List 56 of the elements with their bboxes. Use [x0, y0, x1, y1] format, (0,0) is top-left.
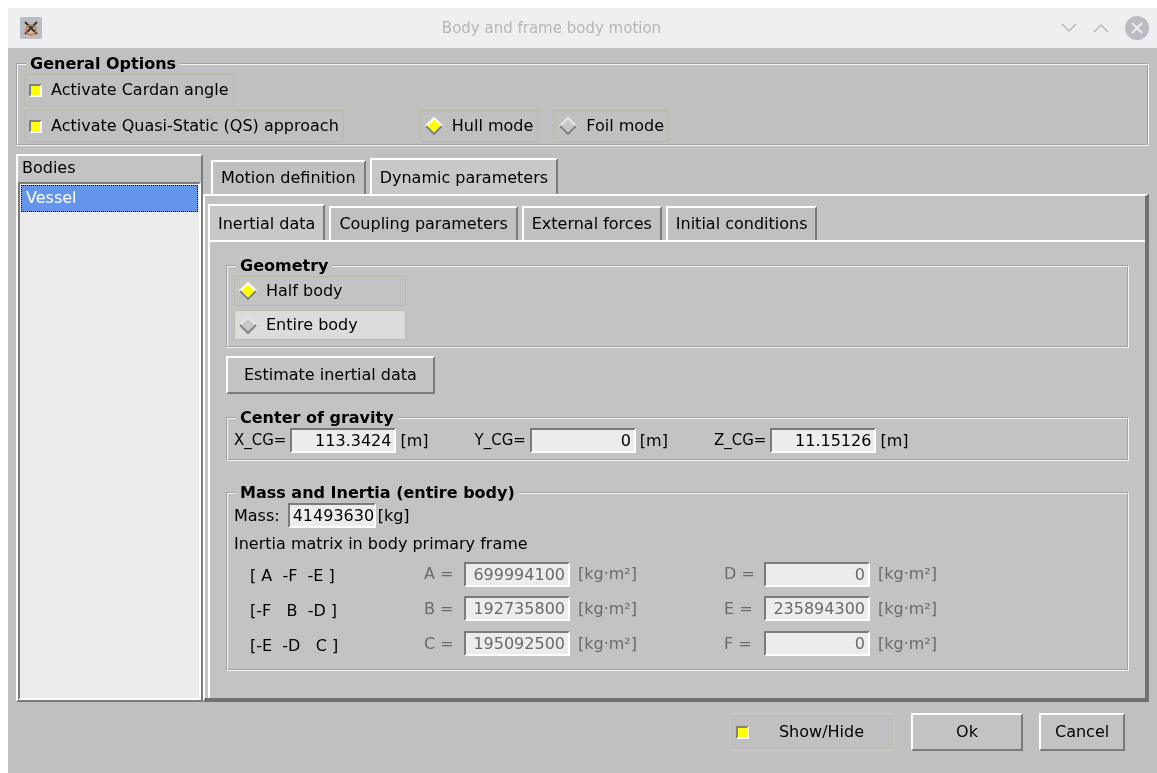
- app-icon: [20, 17, 42, 39]
- field-label: E =: [724, 598, 754, 620]
- matrix-caption: Inertia matrix in body primary frame: [234, 533, 529, 555]
- unit-label: [kg·m²]: [878, 563, 937, 586]
- group-title: General Options: [29, 56, 178, 72]
- field-label: D =: [724, 563, 756, 586]
- show-hide-checkbox[interactable]: Show/Hide: [728, 713, 895, 751]
- geometry-radio[interactable]: Half body: [234, 276, 406, 306]
- input-field[interactable]: 11.15126: [770, 428, 877, 453]
- ok-button[interactable]: Ok: [911, 713, 1023, 751]
- checkbox[interactable]: Activate Quasi-Static (QS) approach: [24, 110, 344, 142]
- tab[interactable]: External forces: [521, 206, 662, 240]
- field-label: A =: [424, 563, 455, 586]
- tab[interactable]: Motion definition: [211, 160, 366, 194]
- mode-radio[interactable]: Foil mode: [554, 110, 670, 142]
- input-field[interactable]: 0: [529, 428, 636, 453]
- field-label: B =: [424, 598, 455, 620]
- radio-icon[interactable]: [559, 117, 578, 135]
- input-field[interactable]: 113.3424: [290, 428, 397, 453]
- checkbox-icon[interactable]: [29, 119, 42, 133]
- matrix-row-text: [ A -F -E ]: [250, 565, 336, 587]
- field-label: X_CG=: [234, 430, 287, 452]
- matrix-row-text: [-E -D C ]: [250, 635, 340, 657]
- unit-label: [kg]: [377, 504, 410, 527]
- matrix-row-text: [-F B -D ]: [250, 600, 339, 622]
- field-label: C =: [424, 632, 455, 655]
- tab[interactable]: Coupling parameters: [329, 206, 518, 240]
- unit-label: [m]: [880, 429, 909, 452]
- group-title: Geometry: [239, 258, 330, 274]
- field-label: Z_CG=: [713, 430, 767, 452]
- checkbox-icon[interactable]: [735, 725, 749, 739]
- unit-label: [m]: [639, 429, 668, 452]
- checkbox-icon[interactable]: [29, 83, 42, 97]
- tab[interactable]: Inertial data: [208, 204, 326, 240]
- unit-label: [m]: [400, 429, 429, 452]
- unit-label: [kg·m²]: [878, 598, 937, 620]
- mode-radio[interactable]: Hull mode: [419, 110, 539, 142]
- unit-label: [kg·m²]: [578, 563, 637, 586]
- radio-icon[interactable]: [239, 316, 257, 334]
- window-title: Body and frame body motion: [440, 17, 663, 39]
- field-label: Mass:: [234, 504, 280, 527]
- unit-label: [kg·m²]: [878, 632, 937, 655]
- field-label: F =: [724, 632, 753, 655]
- tab[interactable]: Dynamic parameters: [369, 158, 559, 194]
- checkbox[interactable]: Activate Cardan angle: [24, 74, 234, 106]
- panel-title: Bodies: [21, 157, 77, 179]
- group-title: Center of gravity: [239, 410, 395, 426]
- geometry-radio[interactable]: Entire body: [234, 310, 406, 340]
- input-field[interactable]: 41493630: [287, 503, 376, 528]
- group-title: Mass and Inertia (entire body): [239, 485, 516, 501]
- estimate-button[interactable]: Estimate inertial data: [226, 356, 435, 394]
- tab[interactable]: Initial conditions: [665, 206, 818, 240]
- unit-label: [kg·m²]: [578, 632, 637, 655]
- cancel-button[interactable]: Cancel: [1039, 713, 1125, 751]
- field-label: Y_CG=: [474, 430, 526, 452]
- unit-label: [kg·m²]: [578, 598, 637, 620]
